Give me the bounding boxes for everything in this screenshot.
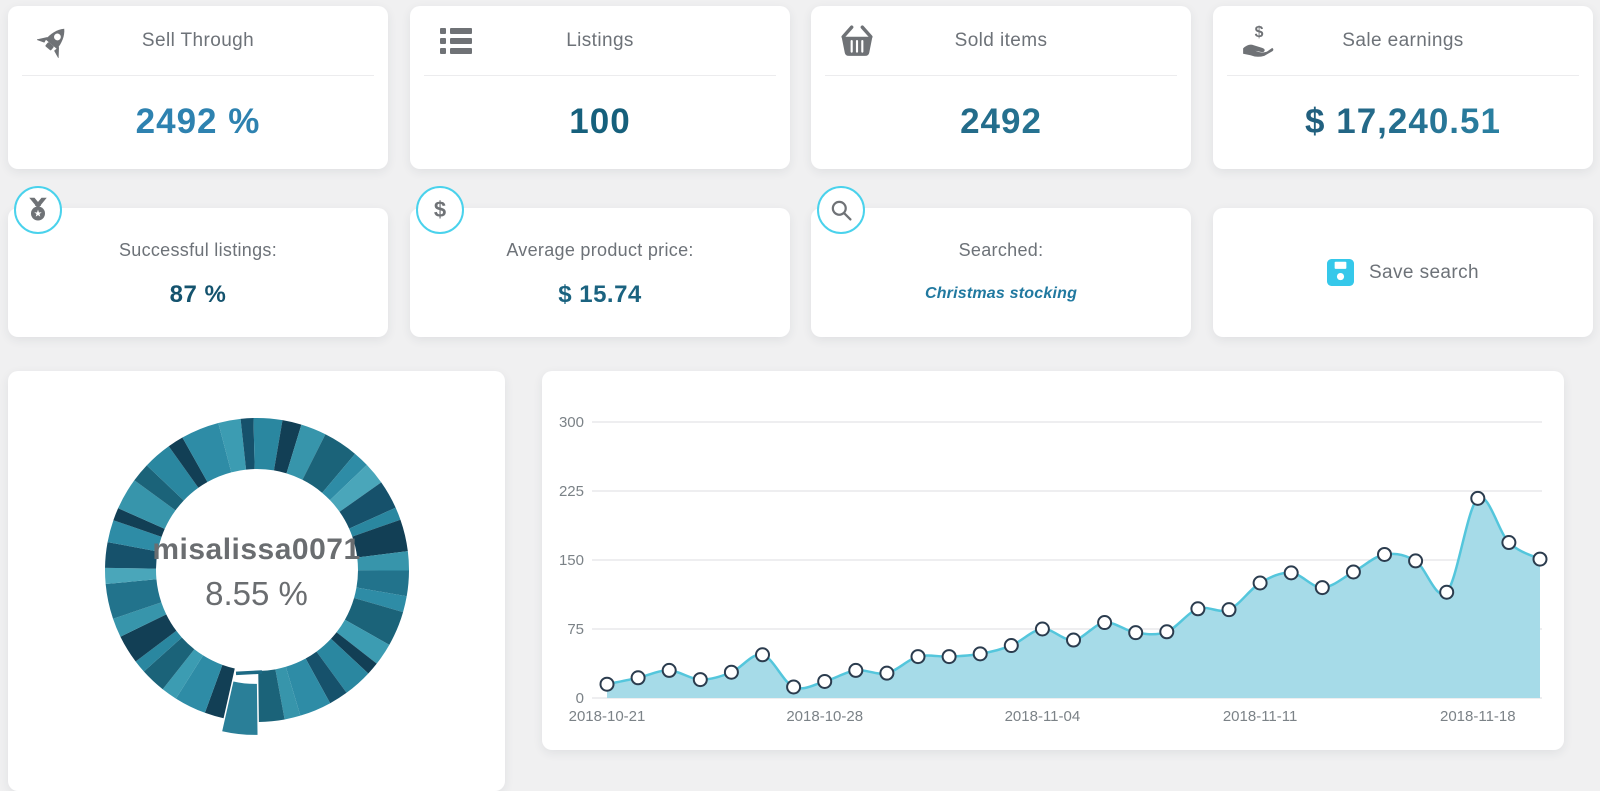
save-search-label: Save search	[1369, 262, 1479, 284]
dashboard-page: { "cards_row1": [ {"icon":"rocket-icon",…	[0, 0, 1600, 766]
seller-share-pct: 8.55 %	[8, 575, 505, 613]
medal-badge	[14, 186, 62, 234]
save-search-button[interactable]: Save search	[1213, 208, 1593, 337]
dollar-badge: $	[416, 186, 464, 234]
sale-earnings-value: $ 17,240.51	[1213, 76, 1593, 168]
searched-term-link[interactable]: Christmas stocking	[925, 285, 1077, 303]
dollar-icon: $	[434, 197, 446, 223]
sell-through-value: 2492 %	[8, 76, 388, 168]
sellers-donut-card: misalissa0071 8.55 %	[8, 371, 505, 791]
card-title: Sale earnings	[1227, 30, 1579, 52]
sold-items-value: 2492	[811, 76, 1191, 168]
sales-trend-chart: 0 75 150 225 300 2018-10-21 2018-10-28 2018-11-…	[542, 371, 1564, 750]
card-title: Listings	[424, 30, 776, 52]
medal-icon	[24, 196, 52, 224]
sales-trend-card: 0 75 150 225 300 2018-10-21 2018-10-28 2018-11-…	[542, 371, 1564, 750]
average-price-value: $ 15.74	[410, 281, 790, 309]
seller-name: misalissa0071	[8, 533, 505, 567]
donut-center-label: misalissa0071 8.55 %	[8, 533, 505, 613]
successful-listings-card: Successful listings: 87 %	[8, 208, 388, 337]
rocket-icon	[36, 23, 72, 59]
svg-text:225: 225	[559, 483, 584, 500]
svg-text:0: 0	[576, 690, 584, 707]
list-icon	[438, 23, 474, 59]
successful-listings-value: 87 %	[8, 281, 388, 309]
sold-items-card: Sold items 2492	[811, 6, 1191, 169]
hand-dollar-icon: $	[1241, 23, 1277, 59]
search-icon	[829, 198, 853, 222]
svg-text:2018-11-04: 2018-11-04	[1005, 708, 1081, 725]
svg-text:300: 300	[559, 414, 584, 431]
average-price-card: $ Average product price: $ 15.74	[410, 208, 790, 337]
listings-card: Listings 100	[410, 6, 790, 169]
svg-text:$: $	[1255, 23, 1264, 40]
card-title: Average product price:	[410, 240, 790, 261]
svg-text:75: 75	[567, 621, 584, 638]
svg-text:2018-10-28: 2018-10-28	[786, 708, 863, 725]
sell-through-card: Sell Through 2492 %	[8, 6, 388, 169]
searched-card: Searched: Christmas stocking	[811, 208, 1191, 337]
svg-text:150: 150	[559, 552, 584, 569]
card-title: Successful listings:	[8, 240, 388, 261]
sale-earnings-card: $ Sale earnings $ 17,240.51	[1213, 6, 1593, 169]
listings-value: 100	[410, 76, 790, 168]
svg-text:2018-11-18: 2018-11-18	[1440, 708, 1516, 725]
card-title: Sold items	[825, 30, 1177, 52]
svg-text:2018-10-21: 2018-10-21	[569, 708, 646, 725]
save-icon	[1327, 259, 1354, 286]
basket-icon	[839, 23, 875, 59]
card-title: Sell Through	[22, 30, 374, 52]
search-badge	[817, 186, 865, 234]
svg-text:2018-11-11: 2018-11-11	[1223, 708, 1298, 725]
card-title: Searched:	[811, 240, 1191, 261]
